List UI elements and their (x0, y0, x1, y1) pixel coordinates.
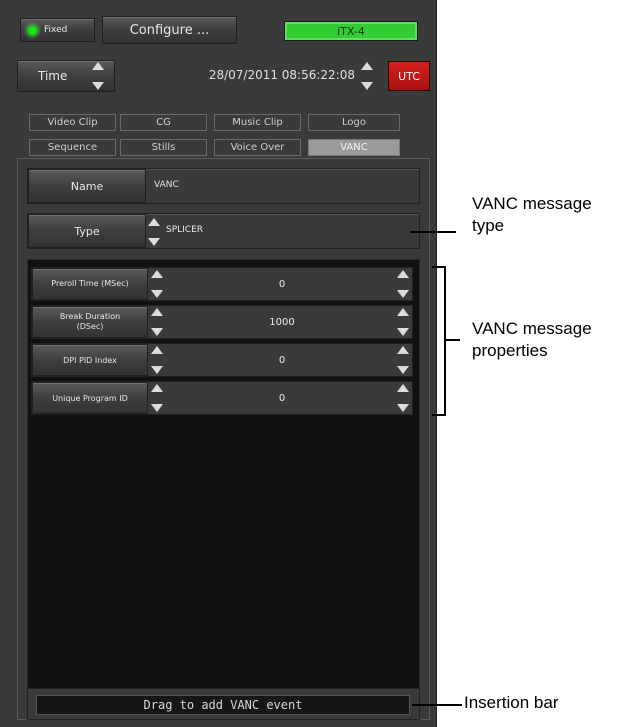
tab-music-clip[interactable]: Music Clip (214, 114, 301, 131)
property-value[interactable]: 1000 (166, 317, 398, 328)
tab-label: Logo (342, 117, 366, 128)
insertion-bar[interactable]: Drag to add VANC event (27, 688, 420, 720)
tab-video-clip[interactable]: Video Clip (29, 114, 116, 131)
property-right-spinner-icon[interactable] (397, 384, 409, 412)
insertion-bar-inner: Drag to add VANC event (36, 695, 410, 715)
time-mode-spinner-icon[interactable] (92, 62, 104, 90)
vanc-event-panel: Fixed Configure ... iTX-4 Time 28/07/201… (0, 0, 437, 727)
property-label: DPI PID Index (32, 344, 148, 376)
property-label: Preroll Time (MSec) (32, 268, 148, 300)
fixed-button[interactable]: Fixed (20, 18, 95, 42)
name-label-button: Name (28, 169, 146, 203)
tab-stills[interactable]: Stills (120, 139, 207, 156)
callout-message-type: VANC message type (472, 193, 622, 237)
configure-label: Configure ... (129, 22, 210, 38)
tab-label: Sequence (47, 142, 98, 153)
property-right-spinner-icon[interactable] (397, 270, 409, 298)
type-label-button: Type (28, 214, 146, 248)
tab-label: VANC (340, 142, 368, 153)
tab-cg[interactable]: CG (120, 114, 207, 131)
tab-vanc[interactable]: VANC (308, 139, 400, 156)
callout-message-properties: VANC message properties (472, 318, 624, 362)
callout-line-properties (444, 339, 460, 341)
type-spinner-icon[interactable] (148, 218, 160, 246)
property-left-spinner-icon[interactable] (151, 308, 163, 336)
callout-bracket-properties (432, 266, 446, 416)
led-indicator-icon (27, 24, 38, 36)
device-indicator: iTX-4 (284, 21, 418, 41)
tab-logo[interactable]: Logo (308, 114, 400, 131)
callout-text: VANC message type (472, 194, 592, 235)
callout-insertion-bar: Insertion bar (464, 692, 614, 714)
tab-label: Stills (151, 142, 176, 153)
tab-label: Music Clip (232, 117, 283, 128)
datetime-display[interactable]: 28/07/2011 08:56:22:08 (170, 68, 355, 86)
property-label-text: Break Duration (DSec) (59, 312, 121, 331)
property-label-text: Unique Program ID (52, 393, 128, 403)
property-value[interactable]: 0 (166, 279, 398, 290)
configure-button[interactable]: Configure ... (102, 16, 237, 44)
tab-label: Video Clip (47, 117, 98, 128)
tab-voice-over[interactable]: Voice Over (214, 139, 301, 156)
property-label: Break Duration (DSec) (32, 306, 148, 338)
type-value[interactable]: SPLICER (166, 225, 203, 235)
utc-button[interactable]: UTC (388, 61, 430, 91)
callout-line-insertion (412, 704, 462, 706)
property-left-spinner-icon[interactable] (151, 346, 163, 374)
name-value[interactable]: VANC (154, 180, 179, 190)
property-value[interactable]: 0 (166, 393, 398, 404)
utc-label: UTC (398, 69, 420, 83)
insertion-bar-label: Drag to add VANC event (143, 698, 303, 712)
callout-line-type (410, 231, 456, 233)
type-label: Type (74, 224, 100, 238)
tab-sequence[interactable]: Sequence (29, 139, 116, 156)
device-label: iTX-4 (337, 24, 365, 38)
property-label-text: DPI PID Index (63, 355, 117, 365)
property-right-spinner-icon[interactable] (397, 308, 409, 336)
time-label: Time (38, 69, 68, 83)
property-label-text: Preroll Time (MSec) (51, 279, 129, 288)
property-label: Unique Program ID (32, 382, 148, 414)
property-left-spinner-icon[interactable] (151, 270, 163, 298)
fixed-label: Fixed (44, 25, 68, 35)
property-value[interactable]: 0 (166, 355, 398, 366)
tab-label: Voice Over (230, 142, 285, 153)
callout-text: VANC message properties (472, 319, 592, 360)
property-right-spinner-icon[interactable] (397, 346, 409, 374)
property-left-spinner-icon[interactable] (151, 384, 163, 412)
tab-label: CG (156, 117, 171, 128)
callout-text: Insertion bar (464, 693, 559, 712)
name-label: Name (70, 179, 104, 193)
datetime-spinner-icon[interactable] (361, 62, 373, 90)
